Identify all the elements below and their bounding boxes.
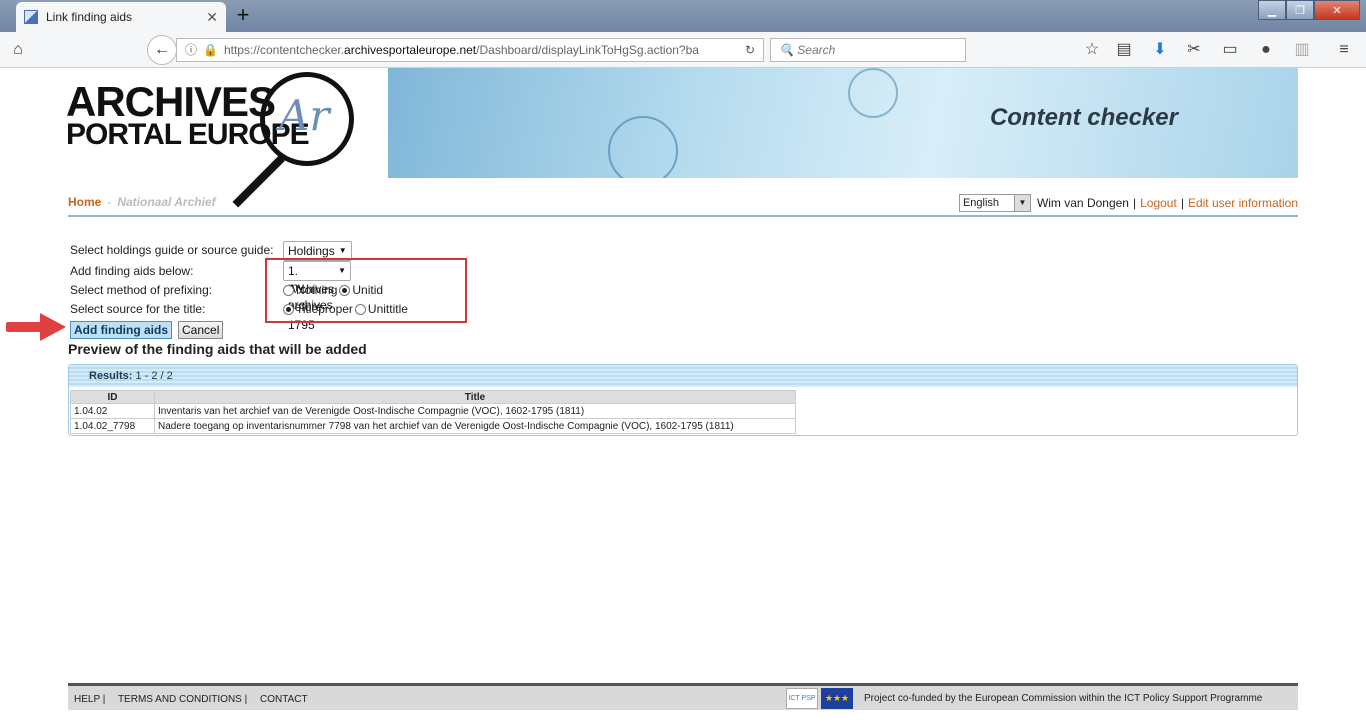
help-link[interactable]: HELP | xyxy=(74,694,105,705)
prefix-label: Select method of prefixing: xyxy=(70,283,213,297)
user-name: Wim van Dongen xyxy=(1036,196,1129,210)
breadcrumb: Home - Nationaal Archief xyxy=(68,195,216,209)
banner-title: Content checker xyxy=(989,104,1178,131)
cancel-button[interactable]: Cancel xyxy=(178,321,224,339)
highlight-box xyxy=(265,258,467,323)
red-arrow-icon xyxy=(6,313,66,341)
bookmark-star-icon[interactable]: ☆ xyxy=(1082,40,1102,60)
address-bar[interactable]: ⓘ 🔒 https://contentchecker.archivesportale… xyxy=(176,38,764,62)
search-input[interactable]: 🔍 Search xyxy=(770,38,966,62)
favicon-icon xyxy=(24,10,38,24)
chevron-down-icon: ▼ xyxy=(1013,195,1030,211)
cell-title: Inventaris van het archief van de Vereni… xyxy=(154,403,796,419)
browser-titlebar: Link finding aids ✕ + ▁ ❐ ✕ xyxy=(0,0,1366,32)
contact-link[interactable]: CONTACT xyxy=(260,694,308,705)
ict-psp-logo: ICT PSP xyxy=(786,688,818,709)
results-header: Results: 1 - 2 / 2 xyxy=(69,365,1297,387)
breadcrumb-home[interactable]: Home xyxy=(68,195,101,209)
window-controls: ▁ ❐ ✕ xyxy=(1258,0,1360,20)
minimize-icon[interactable]: ▁ xyxy=(1258,0,1286,20)
back-icon[interactable]: ← xyxy=(147,35,177,65)
results-table: ID Title 1.04.02 Inventaris van het arch… xyxy=(70,390,796,434)
user-bar: English ▼ Wim van Dongen | Logout | Edit us… xyxy=(958,194,1298,212)
info-icon[interactable]: ⓘ xyxy=(185,43,197,57)
close-window-icon[interactable]: ✕ xyxy=(1314,0,1360,20)
table-row: 1.04.02 Inventaris van het archief van d… xyxy=(70,403,796,419)
edit-user-link[interactable]: Edit user information xyxy=(1188,196,1298,210)
guide-label: Select holdings guide or source guide: xyxy=(70,243,274,257)
site-logo[interactable]: ARCHIVES PORTAL EUROPE Ar xyxy=(66,72,366,208)
preview-title: Preview of the finding aids that will be… xyxy=(68,341,367,357)
footer: HELP | TERMS AND CONDITIONS | CONTACT IC… xyxy=(68,683,1298,710)
browser-toolbar: ⌂ ← ⓘ 🔒 https://contentchecker.archivespor… xyxy=(0,32,1366,68)
table-row: 1.04.02_7798 Nadere toegang op inventari… xyxy=(70,418,796,434)
tab-title: Link finding aids xyxy=(46,10,133,24)
language-select[interactable]: English ▼ xyxy=(958,194,1031,212)
compass-icon xyxy=(608,116,678,178)
extension-icon[interactable]: ● xyxy=(1256,40,1276,60)
magnifier-handle xyxy=(232,155,285,208)
magnifier-icon: Ar xyxy=(260,72,354,166)
add-label: Add finding aids below: xyxy=(70,264,194,278)
header-banner: Content checker xyxy=(388,68,1298,178)
cell-id: 1.04.02 xyxy=(70,403,155,419)
browser-tab[interactable]: Link finding aids ✕ xyxy=(16,2,226,32)
reading-list-icon[interactable]: ▤ xyxy=(1114,40,1134,60)
terms-link[interactable]: TERMS AND CONDITIONS | xyxy=(118,694,247,705)
compass-icon xyxy=(848,68,898,118)
home-icon[interactable]: ⌂ xyxy=(8,40,28,60)
screenshot-icon[interactable]: ✂ xyxy=(1184,40,1204,60)
lock-icon: 🔒 xyxy=(203,43,218,57)
project-text: Project co-funded by the European Commis… xyxy=(864,693,1263,704)
breadcrumb-archive: Nationaal Archief xyxy=(117,195,216,209)
results-panel: Results: 1 - 2 / 2 ID Title 1.04.02 Inve… xyxy=(68,364,1298,436)
cell-title: Nadere toegang op inventarisnummer 7798 … xyxy=(154,418,796,434)
col-title: Title xyxy=(154,390,796,404)
title-source-label: Select source for the title: xyxy=(70,302,206,316)
library-icon[interactable]: ▥ xyxy=(1292,40,1312,60)
sidebar-icon[interactable]: ▭ xyxy=(1220,40,1240,60)
reload-icon[interactable]: ↻ xyxy=(745,39,755,61)
cell-id: 1.04.02_7798 xyxy=(70,418,155,434)
menu-icon[interactable]: ≡ xyxy=(1334,40,1354,60)
new-tab-icon[interactable]: + xyxy=(232,4,254,26)
add-finding-aids-button[interactable]: Add finding aids xyxy=(70,321,172,339)
divider xyxy=(68,215,1298,217)
logout-link[interactable]: Logout xyxy=(1140,196,1177,210)
col-id: ID xyxy=(70,390,155,404)
eu-flag-icon: ★★★ xyxy=(821,688,853,709)
download-icon[interactable]: ⬇ xyxy=(1150,40,1170,60)
maximize-icon[interactable]: ❐ xyxy=(1286,0,1314,20)
close-tab-icon[interactable]: ✕ xyxy=(206,9,218,26)
